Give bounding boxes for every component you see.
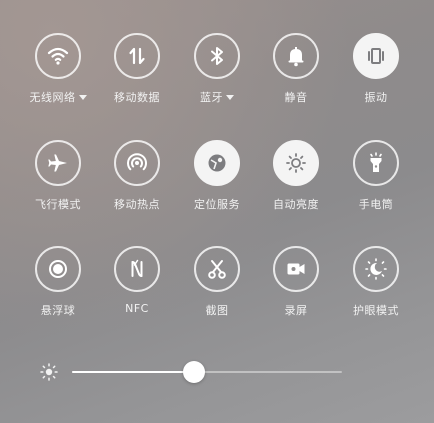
toggle-silent-circle[interactable] xyxy=(273,33,319,79)
hotspot-icon xyxy=(127,153,147,171)
toggle-mobile-data-circle[interactable] xyxy=(114,33,160,79)
toggle-screen-record[interactable]: 录屏 xyxy=(256,246,336,336)
floating-ball-icon xyxy=(49,260,67,278)
toggle-mobile-data[interactable]: 移动数据 xyxy=(97,33,177,123)
toggle-location-circle[interactable] xyxy=(194,140,240,186)
toggle-hotspot[interactable]: 移动热点 xyxy=(97,140,177,230)
mobile-data-label-text: 移动数据 xyxy=(114,91,160,104)
bell-icon xyxy=(288,47,304,67)
toggle-location-label: 定位服务 xyxy=(194,196,240,212)
mobile-data-icon xyxy=(129,47,145,65)
auto-brightness-icon xyxy=(286,153,306,173)
toggle-bluetooth-label: 蓝牙 xyxy=(200,89,234,105)
airplane-icon xyxy=(48,154,67,172)
brightness-sun-icon xyxy=(40,363,58,381)
wifi-dropdown-caret-icon[interactable] xyxy=(78,94,87,100)
toggle-floating-ball-label: 悬浮球 xyxy=(41,302,76,318)
hotspot-label-text: 移动热点 xyxy=(114,198,160,211)
toggle-hotspot-label: 移动热点 xyxy=(114,196,160,212)
bluetooth-label-text: 蓝牙 xyxy=(200,91,223,104)
screen-record-label-text: 录屏 xyxy=(284,304,308,317)
toggle-screenshot-circle[interactable] xyxy=(194,246,240,292)
toggle-airplane-circle[interactable] xyxy=(35,140,81,186)
toggle-screenshot[interactable]: 截图 xyxy=(177,246,257,336)
toggle-eye-care-label: 护眼模式 xyxy=(353,302,399,318)
toggle-eye-care[interactable]: 护眼模式 xyxy=(336,246,416,336)
toggle-hotspot-circle[interactable] xyxy=(114,140,160,186)
eye-care-label-text: 护眼模式 xyxy=(353,304,399,317)
wifi-label-text: 无线网络 xyxy=(29,91,76,104)
toggle-nfc[interactable]: NFC xyxy=(97,246,177,336)
toggle-airplane[interactable]: 飞行模式 xyxy=(18,140,98,230)
screenshot-label-text: 截图 xyxy=(205,304,229,317)
toggle-floating-ball-circle[interactable] xyxy=(35,246,81,292)
bluetooth-dropdown-caret-icon[interactable] xyxy=(226,94,234,100)
toggle-screenshot-label: 截图 xyxy=(206,302,229,318)
brightness-slider-track[interactable] xyxy=(72,371,342,373)
eye-care-icon xyxy=(365,258,387,280)
toggle-silent-label: 静音 xyxy=(285,89,308,105)
toggle-flashlight-label: 手电筒 xyxy=(359,196,394,212)
flashlight-label-text: 手电筒 xyxy=(358,198,394,211)
toggle-screen-record-label: 录屏 xyxy=(285,302,308,318)
toggle-wifi[interactable]: 无线网络 xyxy=(18,33,98,123)
toggle-nfc-label: NFC xyxy=(125,302,149,315)
toggle-vibrate-circle[interactable] xyxy=(353,33,399,79)
toggle-location[interactable]: 定位服务 xyxy=(177,140,257,230)
nfc-label-text: NFC xyxy=(125,302,149,315)
brightness-slider-fill xyxy=(72,371,194,373)
airplane-label-text: 飞行模式 xyxy=(35,198,81,211)
toggle-flashlight-circle[interactable] xyxy=(353,140,399,186)
vibrate-icon xyxy=(368,48,384,64)
location-icon xyxy=(208,154,226,172)
quick-settings-grid: 无线网络 移动数据 蓝牙 静音 振动 飞行模式 移动热点 定位服务 自动亮度 手… xyxy=(0,0,434,340)
toggle-auto-brightness[interactable]: 自动亮度 xyxy=(256,140,336,230)
brightness-control xyxy=(0,355,434,389)
toggle-airplane-label: 飞行模式 xyxy=(35,196,81,212)
toggle-vibrate-label: 振动 xyxy=(365,89,388,105)
toggle-auto-brightness-circle[interactable] xyxy=(273,140,319,186)
toggle-bluetooth-circle[interactable] xyxy=(194,33,240,79)
toggle-bluetooth[interactable]: 蓝牙 xyxy=(177,33,257,123)
silent-label-text: 静音 xyxy=(284,91,308,104)
flashlight-icon xyxy=(370,152,382,172)
wifi-icon xyxy=(47,47,69,65)
screen-record-icon xyxy=(287,263,305,275)
vibrate-label-text: 振动 xyxy=(364,91,388,104)
location-label-text: 定位服务 xyxy=(194,198,240,211)
toggle-floating-ball[interactable]: 悬浮球 xyxy=(18,246,98,336)
nfc-icon xyxy=(131,259,143,277)
toggle-nfc-circle[interactable] xyxy=(114,246,160,292)
brightness-slider-thumb[interactable] xyxy=(182,361,205,383)
scissors-icon xyxy=(208,260,226,279)
toggle-vibrate[interactable]: 振动 xyxy=(336,33,416,123)
toggle-mobile-data-label: 移动数据 xyxy=(114,89,160,105)
toggle-eye-care-circle[interactable] xyxy=(353,246,399,292)
toggle-wifi-label: 无线网络 xyxy=(30,89,87,105)
auto-brightness-label-text: 自动亮度 xyxy=(273,198,319,211)
toggle-flashlight[interactable]: 手电筒 xyxy=(336,140,416,230)
toggle-auto-brightness-label: 自动亮度 xyxy=(273,196,319,212)
toggle-screen-record-circle[interactable] xyxy=(273,246,319,292)
floating-ball-label-text: 悬浮球 xyxy=(40,304,76,317)
toggle-wifi-circle[interactable] xyxy=(35,33,81,79)
toggle-silent[interactable]: 静音 xyxy=(256,33,336,123)
bluetooth-icon xyxy=(211,47,223,65)
